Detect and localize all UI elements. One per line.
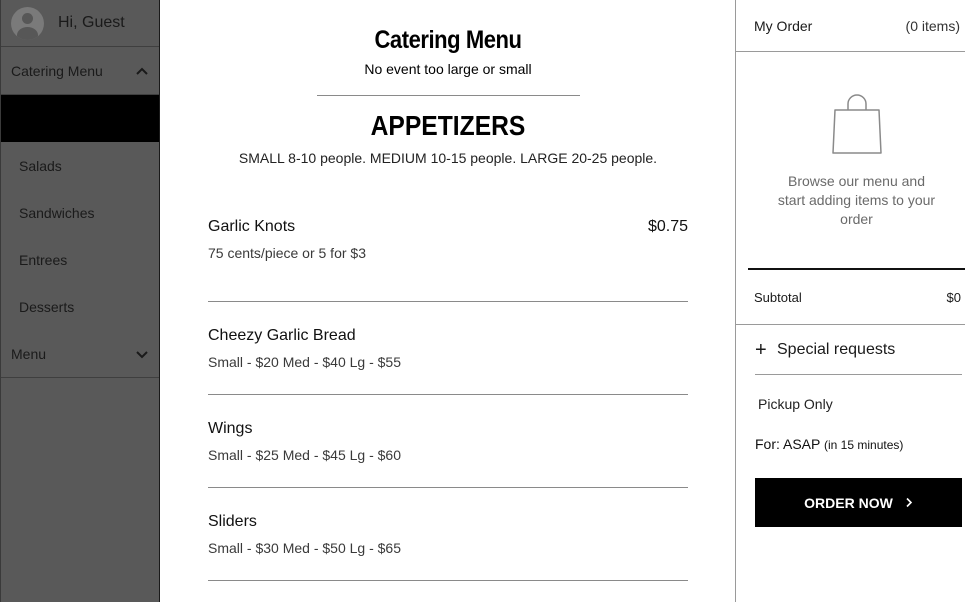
nav-catering-menu-label: Catering Menu [11, 62, 103, 79]
menu-item-description: 75 cents/piece or 5 for $3 [208, 245, 366, 261]
menu-item-name: Garlic Knots [208, 218, 296, 235]
sidebar-item-appetizers-active[interactable] [1, 95, 159, 142]
sidebar-item-desserts[interactable]: Desserts [1, 283, 159, 330]
menu-item-name: Wings [208, 420, 253, 437]
menu-items-list: Garlic Knots $0.75 75 cents/piece or 5 f… [208, 218, 688, 581]
user-greeting[interactable]: Hi, Guest [1, 0, 159, 47]
menu-item-price: $0.75 [647, 218, 688, 235]
sidebar: Hi, Guest Catering Menu Salads Sandwiche… [0, 0, 160, 602]
menu-item-description: Small - $25 Med - $45 Lg - $60 [208, 447, 401, 463]
order-item-count: (0 items) [905, 17, 960, 34]
order-header: My Order (0 items) [736, 0, 965, 52]
sidebar-item-salads[interactable]: Salads [1, 142, 159, 189]
menu-item-name: Sliders [208, 513, 257, 530]
nav-menu-label: Menu [11, 345, 47, 362]
menu-item-name: Cheezy Garlic Bread [208, 327, 356, 344]
greeting-text: Hi, Guest [58, 14, 125, 31]
menu-item-sliders[interactable]: Sliders Small - $30 Med - $50 Lg - $65 [208, 488, 688, 581]
order-panel: My Order (0 items) Browse our menu and s… [735, 0, 965, 602]
pickup-time[interactable]: For: ASAP (in 15 minutes) [755, 436, 965, 452]
chevron-up-icon [136, 67, 148, 75]
special-requests-toggle[interactable]: + Special requests [755, 325, 962, 375]
pickup-time-note: (in 15 minutes) [824, 438, 904, 452]
order-now-button[interactable]: ORDER NOW [755, 478, 962, 527]
user-avatar-icon [11, 6, 44, 40]
main-content: Catering Menu No event too large or smal… [160, 0, 736, 602]
nav-catering-menu[interactable]: Catering Menu [1, 47, 159, 95]
chevron-right-icon [906, 497, 912, 508]
subtotal-value: $0 [946, 289, 961, 305]
special-requests-label: Special requests [777, 340, 896, 358]
page-subtitle: No event too large or small [364, 61, 532, 77]
menu-item-wings[interactable]: Wings Small - $25 Med - $45 Lg - $60 [208, 395, 688, 488]
pickup-time-label: For: ASAP [755, 436, 821, 452]
subtotal-row: Subtotal $0 [736, 270, 965, 325]
chevron-down-icon [136, 350, 148, 358]
menu-item-garlic-knots[interactable]: Garlic Knots $0.75 75 cents/piece or 5 f… [208, 218, 688, 302]
title-divider [316, 95, 580, 96]
section-title: APPETIZERS [370, 110, 526, 141]
app: Hi, Guest Catering Menu Salads Sandwiche… [0, 0, 965, 602]
shopping-bag-icon [831, 94, 882, 154]
menu-item-description: Small - $20 Med - $40 Lg - $55 [208, 354, 401, 370]
empty-order-message: Browse our menu and start adding items t… [777, 173, 936, 227]
empty-order-state: Browse our menu and start adding items t… [748, 52, 965, 270]
sidebar-item-sandwiches[interactable]: Sandwiches [1, 189, 159, 236]
pickup-info: Pickup Only [758, 396, 833, 412]
section-description: SMALL 8-10 people. MEDIUM 10-15 people. … [238, 150, 658, 166]
order-now-label: ORDER NOW [804, 494, 893, 511]
plus-icon: + [755, 338, 767, 361]
order-title: My Order [754, 17, 813, 34]
menu-item-cheezy-garlic-bread[interactable]: Cheezy Garlic Bread Small - $20 Med - $4… [208, 302, 688, 395]
menu-item-description: Small - $30 Med - $50 Lg - $65 [208, 540, 401, 556]
subtotal-label: Subtotal [754, 289, 802, 305]
sidebar-item-entrees[interactable]: Entrees [1, 236, 159, 283]
page-title: Catering Menu [374, 26, 522, 54]
nav-menu[interactable]: Menu [1, 330, 159, 378]
